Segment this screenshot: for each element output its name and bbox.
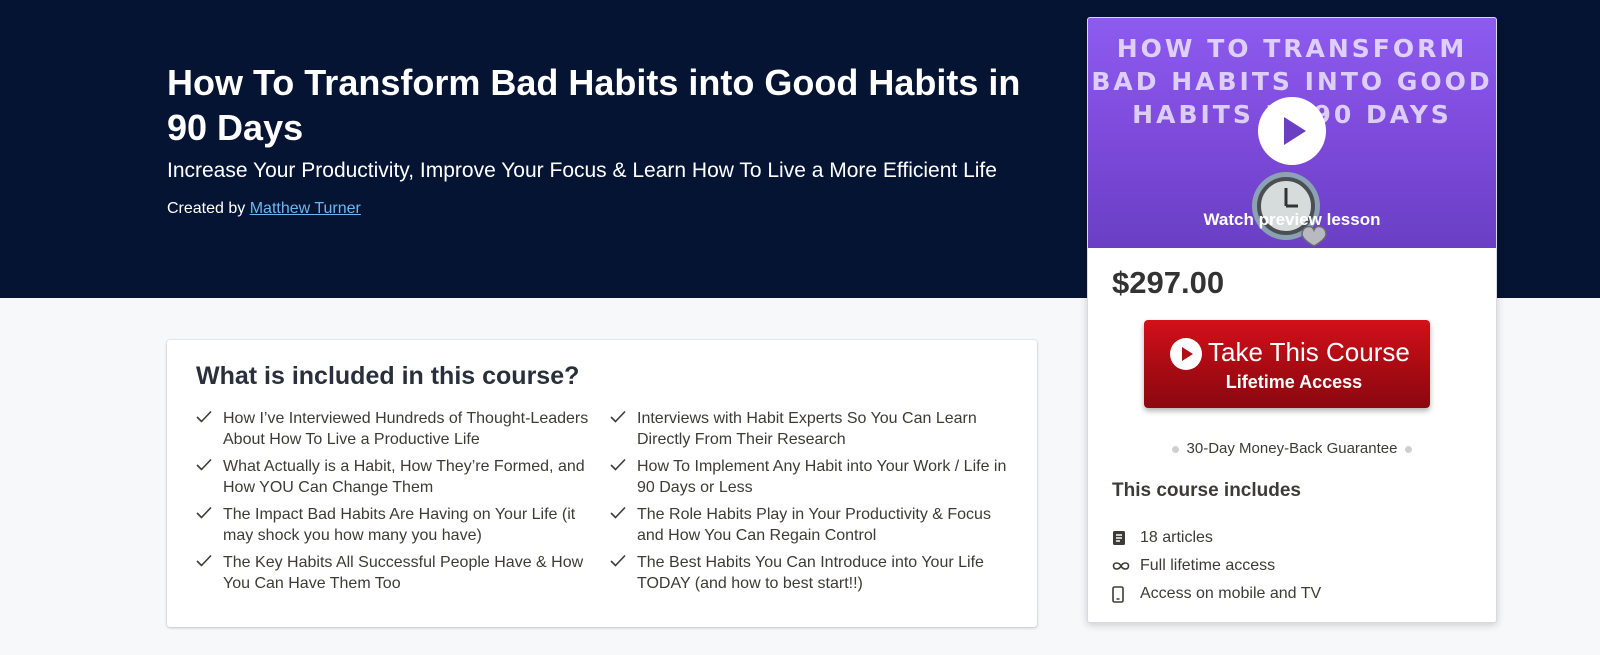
included-item: The Impact Bad Habits Are Having on Your… <box>196 504 610 546</box>
take-course-button[interactable]: Take This Course Lifetime Access <box>1144 320 1430 408</box>
included-item-text: What Actually is a Habit, How They’re Fo… <box>223 458 585 496</box>
article-icon <box>1112 530 1140 546</box>
take-course-label: Take This Course <box>1208 337 1410 367</box>
check-icon <box>196 408 223 430</box>
course-title: How To Transform Bad Habits into Good Ha… <box>167 62 1021 148</box>
bullet-dot <box>1171 445 1179 453</box>
bullet-dot <box>1405 445 1413 453</box>
includes-item-label: Access on mobile and TV <box>1140 585 1322 602</box>
play-circle-icon <box>1170 338 1202 370</box>
included-item: How To Implement Any Habit into Your Wor… <box>610 456 1024 498</box>
includes-title: This course includes <box>1112 480 1301 501</box>
included-item-text: How To Implement Any Habit into Your Wor… <box>637 458 1007 496</box>
course-price: $297.00 <box>1112 265 1225 300</box>
included-card: What is included in this course? How I’v… <box>167 340 1037 627</box>
check-icon <box>610 552 637 574</box>
includes-item-label: 18 articles <box>1140 529 1213 546</box>
includes-item: Full lifetime access <box>1112 552 1321 580</box>
included-list: How I’ve Interviewed Hundreds of Thought… <box>196 408 1026 594</box>
lifetime-access-label: Lifetime Access <box>1225 372 1363 392</box>
included-item-text: The Impact Bad Habits Are Having on Your… <box>223 506 576 544</box>
watch-preview-label: Watch preview lesson <box>1203 210 1381 229</box>
included-item-text: The Best Habits You Can Introduce into Y… <box>637 554 984 592</box>
check-icon <box>610 456 637 478</box>
includes-item: 18 articles <box>1112 524 1321 552</box>
included-item: The Best Habits You Can Introduce into Y… <box>610 552 1024 594</box>
course-author-line: Created by Matthew Turner <box>167 198 361 220</box>
includes-item-label: Full lifetime access <box>1140 557 1276 574</box>
author-link[interactable]: Matthew Turner <box>250 200 361 217</box>
check-icon <box>610 408 637 430</box>
course-subtitle: Increase Your Productivity, Improve Your… <box>167 159 997 182</box>
mobile-icon <box>1112 585 1140 603</box>
included-item-text: The Key Habits All Successful People Hav… <box>223 554 584 592</box>
included-item: Interviews with Habit Experts So You Can… <box>610 408 1024 450</box>
play-button[interactable] <box>1258 97 1326 165</box>
included-item: The Role Habits Play in Your Productivit… <box>610 504 1024 546</box>
play-icon <box>1284 117 1306 145</box>
stopwatch-icon <box>1252 172 1327 247</box>
included-item: What Actually is a Habit, How They’re Fo… <box>196 456 610 498</box>
included-item: How I’ve Interviewed Hundreds of Thought… <box>196 408 610 450</box>
check-icon <box>196 504 223 526</box>
included-item-text: Interviews with Habit Experts So You Can… <box>637 410 977 448</box>
check-icon <box>196 552 223 574</box>
check-icon <box>196 456 223 478</box>
purchase-sidebar: HOW TO TRANSFORM BAD HABITS INTO GOOD HA… <box>1087 17 1497 623</box>
included-item-text: The Role Habits Play in Your Productivit… <box>637 506 991 544</box>
includes-list: 18 articles Full lifetime access Access … <box>1112 524 1321 608</box>
infinity-icon <box>1112 561 1140 571</box>
preview-video[interactable]: HOW TO TRANSFORM BAD HABITS INTO GOOD HA… <box>1088 18 1496 248</box>
money-back-guarantee: 30-Day Money-Back Guarantee <box>1088 440 1496 457</box>
created-by-label: Created by <box>167 200 246 217</box>
included-item-text: How I’ve Interviewed Hundreds of Thought… <box>223 410 589 448</box>
includes-item: Access on mobile and TV <box>1112 580 1321 608</box>
included-title: What is included in this course? <box>196 362 580 390</box>
included-item: The Key Habits All Successful People Hav… <box>196 552 610 594</box>
check-icon <box>610 504 637 526</box>
guarantee-text: 30-Day Money-Back Guarantee <box>1186 440 1398 457</box>
